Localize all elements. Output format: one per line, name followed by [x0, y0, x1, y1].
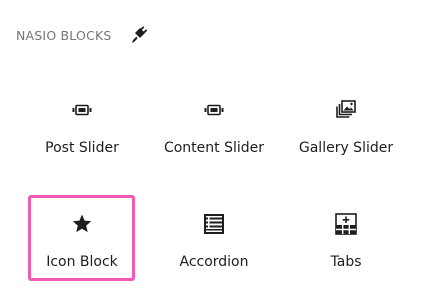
panel-title: NASIO BLOCKS: [16, 27, 112, 43]
block-label: Tabs: [330, 254, 362, 270]
slider-icon: [70, 98, 94, 122]
block-label: Icon Block: [46, 254, 118, 270]
block-gallery-slider[interactable]: Gallery Slider: [280, 82, 412, 190]
block-label: Post Slider: [45, 140, 119, 156]
slider-icon: [202, 98, 226, 122]
block-icon-block[interactable]: Icon Block: [16, 196, 148, 304]
block-category-header: NASIO BLOCKS: [16, 22, 149, 48]
block-tabs[interactable]: Tabs: [280, 196, 412, 304]
block-label: Content Slider: [163, 140, 265, 156]
block-content-slider[interactable]: Content Slider: [148, 82, 280, 190]
star-icon: [70, 212, 94, 236]
block-label: Gallery Slider: [298, 140, 394, 156]
tabs-icon: [334, 212, 358, 236]
block-post-slider[interactable]: Post Slider: [16, 82, 148, 190]
block-accordion[interactable]: Accordion: [148, 196, 280, 304]
gallery-icon: [334, 98, 358, 122]
block-grid: Post Slider Content Slider Gallery Slide…: [16, 82, 412, 304]
accordion-icon: [202, 212, 226, 236]
plug-icon: [129, 25, 149, 45]
block-label: Accordion: [179, 254, 249, 270]
